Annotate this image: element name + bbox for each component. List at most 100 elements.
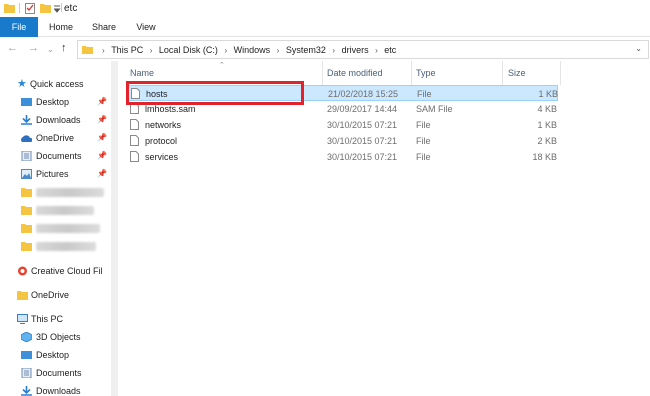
sidebar-item-desktop-pc[interactable]: Desktop (0, 347, 111, 363)
chevron-right-icon[interactable]: › (375, 46, 378, 55)
new-folder-icon[interactable] (40, 2, 51, 14)
chevron-down-icon[interactable]: ⌄ (635, 44, 642, 53)
breadcrumb: › This PC › Local Disk (C:) › Windows › … (98, 45, 396, 55)
address-bar[interactable]: › This PC › Local Disk (C:) › Windows › … (77, 40, 649, 59)
sidebar-scrollbar[interactable] (111, 61, 118, 396)
breadcrumb-this-pc[interactable]: This PC (111, 45, 143, 55)
breadcrumb-windows[interactable]: Windows (234, 45, 271, 55)
sidebar-item-desktop[interactable]: Desktop 📌 (0, 94, 111, 110)
highlight-box (126, 81, 304, 105)
window-title: etc (64, 3, 78, 14)
sidebar-item-redacted-folder[interactable] (0, 202, 111, 218)
file-size: 1 KB (537, 120, 557, 130)
documents-folder-icon (21, 151, 32, 161)
pin-icon[interactable]: 📌 (97, 151, 107, 160)
file-type: File (416, 152, 431, 162)
redacted-label (36, 224, 100, 233)
forward-arrow-icon[interactable]: → (28, 42, 39, 54)
file-list: ⌃ Name Date modified Type Size hosts 21/… (118, 61, 650, 396)
sidebar-item-onedrive[interactable]: OneDrive 📌 (0, 130, 111, 146)
chevron-right-icon[interactable]: › (277, 46, 280, 55)
column-header-date-modified[interactable]: Date modified (327, 68, 383, 78)
chevron-right-icon[interactable]: › (150, 46, 153, 55)
pin-icon[interactable]: 📌 (97, 133, 107, 142)
onedrive-cloud-icon (21, 135, 32, 142)
file-size: 2 KB (537, 136, 557, 146)
sidebar-item-3d-objects[interactable]: 3D Objects (0, 329, 111, 345)
folder-icon (21, 206, 32, 215)
star-icon: ★ (17, 78, 27, 90)
pin-icon[interactable]: 📌 (97, 115, 107, 124)
sidebar-item-documents[interactable]: Documents 📌 (0, 148, 111, 164)
pin-icon[interactable]: 📌 (97, 97, 107, 106)
breadcrumb-local-disk[interactable]: Local Disk (C:) (159, 45, 218, 55)
file-type: File (416, 136, 431, 146)
folder-icon (4, 4, 15, 13)
file-row-networks[interactable]: networks 30/10/2015 07:21 File 1 KB (126, 117, 558, 133)
file-type: File (416, 120, 431, 130)
file-name: protocol (145, 136, 178, 146)
sidebar-item-quick-access[interactable]: ★ Quick access (0, 76, 111, 92)
column-header-name[interactable]: Name (130, 68, 154, 78)
redacted-label (36, 188, 104, 197)
downloads-folder-icon (21, 115, 32, 125)
documents-folder-icon (21, 368, 32, 378)
tab-file[interactable]: File (0, 17, 38, 37)
chevron-right-icon[interactable]: › (224, 46, 227, 55)
file-name: services (145, 152, 179, 162)
computer-icon (17, 314, 28, 324)
recent-locations-icon[interactable]: ⌄ (47, 44, 54, 56)
sidebar-item-documents-pc[interactable]: Documents (0, 365, 111, 381)
title-bar: etc (0, 0, 650, 17)
file-date: 30/10/2015 07:21 (327, 120, 398, 130)
ribbon-tabs: File Home Share View (0, 17, 650, 37)
downloads-folder-icon (21, 386, 32, 396)
chevron-right-icon[interactable]: › (332, 46, 335, 55)
breadcrumb-drivers[interactable]: drivers (342, 45, 369, 55)
sidebar-item-downloads[interactable]: Downloads 📌 (0, 112, 111, 128)
tab-home[interactable]: Home (44, 17, 78, 37)
tab-share[interactable]: Share (88, 17, 120, 37)
file-row-protocol[interactable]: protocol 30/10/2015 07:21 File 2 KB (126, 133, 558, 149)
folder-icon (82, 46, 93, 54)
sidebar-item-redacted-folder[interactable] (0, 238, 111, 254)
breadcrumb-etc[interactable]: etc (384, 45, 396, 55)
sidebar-item-downloads-pc[interactable]: Downloads (0, 383, 111, 396)
folder-icon (17, 291, 28, 300)
3d-objects-icon (21, 332, 32, 342)
sort-ascending-icon: ⌃ (219, 62, 225, 69)
navigation-bar: ← → ⌄ ↑ › This PC › Local Disk (C:) › Wi… (0, 37, 650, 61)
back-arrow-icon[interactable]: ← (7, 42, 18, 54)
properties-icon[interactable] (25, 2, 36, 14)
file-date: 29/09/2017 14:44 (327, 104, 398, 114)
file-type: File (417, 89, 432, 99)
navigation-pane: ★ Quick access Desktop 📌 Downloads 📌 One… (0, 61, 118, 396)
folder-icon (21, 224, 32, 233)
sidebar-item-onedrive-folder[interactable]: OneDrive (0, 287, 111, 303)
redacted-label (36, 242, 96, 251)
file-icon (130, 119, 139, 130)
pin-icon[interactable]: 📌 (97, 169, 107, 178)
breadcrumb-system32[interactable]: System32 (286, 45, 326, 55)
column-header-size[interactable]: Size (508, 68, 526, 78)
sidebar-item-creative-cloud[interactable]: Creative Cloud Fil (0, 263, 111, 279)
tab-view[interactable]: View (131, 17, 161, 37)
file-date: 30/10/2015 07:21 (327, 152, 398, 162)
chevron-right-icon[interactable]: › (102, 46, 105, 55)
desktop-folder-icon (21, 98, 32, 106)
file-date: 21/02/2018 15:25 (328, 89, 399, 99)
sidebar-item-redacted-folder[interactable] (0, 220, 111, 236)
up-arrow-icon[interactable]: ↑ (61, 42, 67, 54)
file-icon (130, 135, 139, 146)
redacted-label (36, 206, 94, 215)
file-type: SAM File (416, 104, 453, 114)
sidebar-item-redacted-folder[interactable] (0, 184, 111, 200)
sidebar-item-pictures[interactable]: Pictures 📌 (0, 166, 111, 182)
file-name: lmhosts.sam (145, 104, 196, 114)
sidebar-item-this-pc[interactable]: This PC (0, 311, 111, 327)
folder-icon (21, 242, 32, 251)
file-size: 18 KB (532, 152, 557, 162)
column-header-type[interactable]: Type (416, 68, 436, 78)
customize-toolbar-icon[interactable] (54, 2, 61, 14)
file-row-services[interactable]: services 30/10/2015 07:21 File 18 KB (126, 149, 558, 165)
